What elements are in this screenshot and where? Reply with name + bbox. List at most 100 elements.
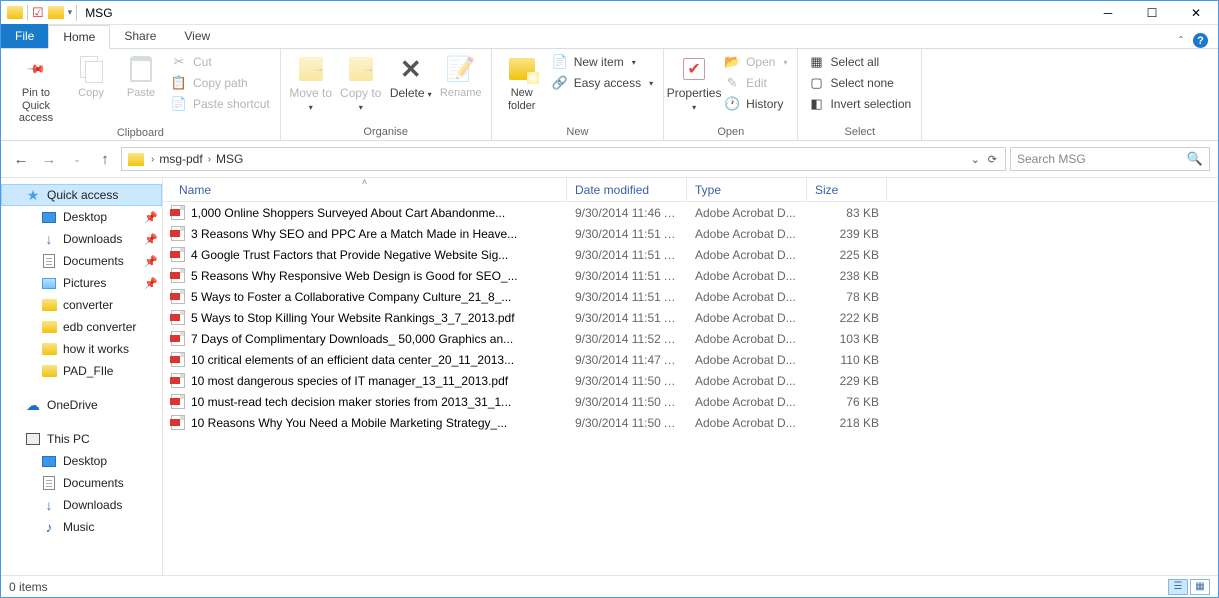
new-folder-button[interactable]: New folder (498, 51, 546, 112)
tab-share[interactable]: Share (110, 24, 170, 48)
sidebar-item-how-it-works[interactable]: how it works (1, 338, 162, 360)
column-date[interactable]: Date modified (567, 178, 687, 201)
pin-to-quick-access-button[interactable]: 📌 Pin to Quick access (7, 51, 65, 125)
pdf-icon (171, 352, 185, 367)
file-row[interactable]: 10 must-read tech decision maker stories… (163, 391, 1218, 412)
forward-button[interactable]: → (37, 147, 61, 171)
tab-view[interactable]: View (170, 24, 224, 48)
sidebar-item-this-pc[interactable]: This PC (1, 428, 162, 450)
recent-locations-button[interactable]: ⌄ (65, 147, 89, 171)
select-all-button[interactable]: ▦Select all (804, 53, 915, 71)
file-row[interactable]: 5 Reasons Why Responsive Web Design is G… (163, 265, 1218, 286)
chevron-right-icon[interactable]: › (205, 154, 214, 165)
close-button[interactable]: ✕ (1174, 1, 1218, 25)
file-row[interactable]: 10 most dangerous species of IT manager_… (163, 370, 1218, 391)
properties-button[interactable]: ✔ Properties ▾ (670, 51, 718, 113)
sidebar-item-documents-pc[interactable]: Documents (1, 472, 162, 494)
help-icon[interactable]: ? (1193, 33, 1208, 48)
easy-access-button[interactable]: 🔗Easy access▾ (548, 74, 657, 92)
chevron-right-icon[interactable]: › (148, 154, 157, 165)
column-name[interactable]: Name˄ (163, 178, 567, 201)
file-row[interactable]: 5 Ways to Stop Killing Your Website Rank… (163, 307, 1218, 328)
address-bar[interactable]: › msg-pdf › MSG ⌄ ⟳ (121, 147, 1006, 171)
pictures-icon (41, 275, 57, 291)
pdf-icon (171, 331, 185, 346)
maximize-button[interactable]: ☐ (1130, 1, 1174, 25)
file-row[interactable]: 10 critical elements of an efficient dat… (163, 349, 1218, 370)
file-row[interactable]: 10 Reasons Why You Need a Mobile Marketi… (163, 412, 1218, 433)
folder-icon (41, 341, 57, 357)
qat-dropdown-icon[interactable]: ▾ (68, 7, 73, 18)
sidebar-item-converter[interactable]: converter (1, 294, 162, 316)
refresh-icon[interactable]: ⟳ (988, 153, 997, 166)
new-folder-qat-icon[interactable] (48, 6, 64, 19)
column-type[interactable]: Type (687, 178, 807, 201)
group-select: ▦Select all ▢Select none ◧Invert selecti… (798, 49, 922, 140)
sidebar-item-downloads[interactable]: ↓Downloads📌 (1, 228, 162, 250)
file-size: 83 KB (807, 206, 887, 220)
sort-asc-icon: ˄ (362, 177, 367, 187)
breadcrumb-item[interactable]: MSG (214, 152, 245, 166)
breadcrumb-item[interactable]: msg-pdf (157, 152, 204, 166)
tab-home[interactable]: Home (48, 25, 110, 49)
search-box[interactable]: 🔍 (1010, 147, 1210, 171)
history-icon: 🕐 (724, 96, 740, 112)
edit-button[interactable]: ✎Edit (720, 74, 791, 92)
collapse-ribbon-icon[interactable]: ˆ (1179, 34, 1183, 48)
thumbnails-view-button[interactable]: ▦ (1190, 579, 1210, 595)
move-to-button[interactable]: Move to ▾ (287, 51, 335, 113)
sidebar-item-desktop[interactable]: Desktop📌 (1, 206, 162, 228)
file-rows[interactable]: 1,000 Online Shoppers Surveyed About Car… (163, 202, 1218, 575)
group-new: New folder 📄New item▾ 🔗Easy access▾ New (492, 49, 664, 140)
invert-selection-button[interactable]: ◧Invert selection (804, 95, 915, 113)
up-button[interactable]: ↑ (93, 147, 117, 171)
column-size[interactable]: Size (807, 178, 887, 201)
copy-to-button[interactable]: Copy to ▾ (337, 51, 385, 113)
back-button[interactable]: ← (9, 147, 33, 171)
sidebar-item-documents[interactable]: Documents📌 (1, 250, 162, 272)
navigation-pane[interactable]: ★Quick access Desktop📌 ↓Downloads📌 Docum… (1, 178, 163, 575)
rename-button[interactable]: 📝 Rename (437, 51, 485, 100)
sidebar-item-music[interactable]: ♪Music (1, 516, 162, 538)
copy-path-button[interactable]: 📋Copy path (167, 74, 274, 92)
properties-icon: ✔ (678, 53, 710, 85)
open-button[interactable]: 📂Open▾ (720, 53, 791, 71)
sidebar-item-edb-converter[interactable]: edb converter (1, 316, 162, 338)
paste-button[interactable]: Paste (117, 51, 165, 100)
sidebar-item-quick-access[interactable]: ★Quick access (1, 184, 162, 206)
sidebar-item-downloads-pc[interactable]: ↓Downloads (1, 494, 162, 516)
minimize-button[interactable]: ─ (1086, 1, 1130, 25)
delete-button[interactable]: ✕ Delete ▾ (387, 51, 435, 101)
file-type: Adobe Acrobat D... (687, 290, 807, 304)
file-name: 5 Reasons Why Responsive Web Design is G… (191, 269, 518, 283)
file-list-pane: Name˄ Date modified Type Size 1,000 Onli… (163, 178, 1218, 575)
search-input[interactable] (1017, 152, 1187, 166)
file-date: 9/30/2014 11:47 AM (567, 353, 687, 367)
folder-icon (41, 319, 57, 335)
sidebar-item-onedrive[interactable]: ☁OneDrive (1, 394, 162, 416)
select-none-button[interactable]: ▢Select none (804, 74, 915, 92)
copy-button[interactable]: Copy (67, 51, 115, 100)
easy-access-icon: 🔗 (552, 75, 568, 91)
address-dropdown-icon[interactable]: ⌄ (971, 153, 980, 166)
file-row[interactable]: 3 Reasons Why SEO and PPC Are a Match Ma… (163, 223, 1218, 244)
file-row[interactable]: 4 Google Trust Factors that Provide Nega… (163, 244, 1218, 265)
sidebar-item-pad-file[interactable]: PAD_FIle (1, 360, 162, 382)
file-row[interactable]: 7 Days of Complimentary Downloads_ 50,00… (163, 328, 1218, 349)
cut-button[interactable]: ✂Cut (167, 53, 274, 71)
file-type: Adobe Acrobat D... (687, 374, 807, 388)
history-button[interactable]: 🕐History (720, 95, 791, 113)
file-row[interactable]: 5 Ways to Foster a Collaborative Company… (163, 286, 1218, 307)
search-icon[interactable]: 🔍 (1187, 151, 1203, 167)
file-row[interactable]: 1,000 Online Shoppers Surveyed About Car… (163, 202, 1218, 223)
details-view-button[interactable]: ☰ (1168, 579, 1188, 595)
tab-file[interactable]: File (1, 24, 48, 48)
sidebar-item-pictures[interactable]: Pictures📌 (1, 272, 162, 294)
edit-icon: ✎ (724, 75, 740, 91)
new-item-button[interactable]: 📄New item▾ (548, 53, 657, 71)
properties-qat-icon[interactable]: ☑ (32, 5, 44, 21)
paste-shortcut-button[interactable]: 📄Paste shortcut (167, 95, 274, 113)
sidebar-item-desktop-pc[interactable]: Desktop (1, 450, 162, 472)
open-icon: 📂 (724, 54, 740, 70)
file-size: 103 KB (807, 332, 887, 346)
